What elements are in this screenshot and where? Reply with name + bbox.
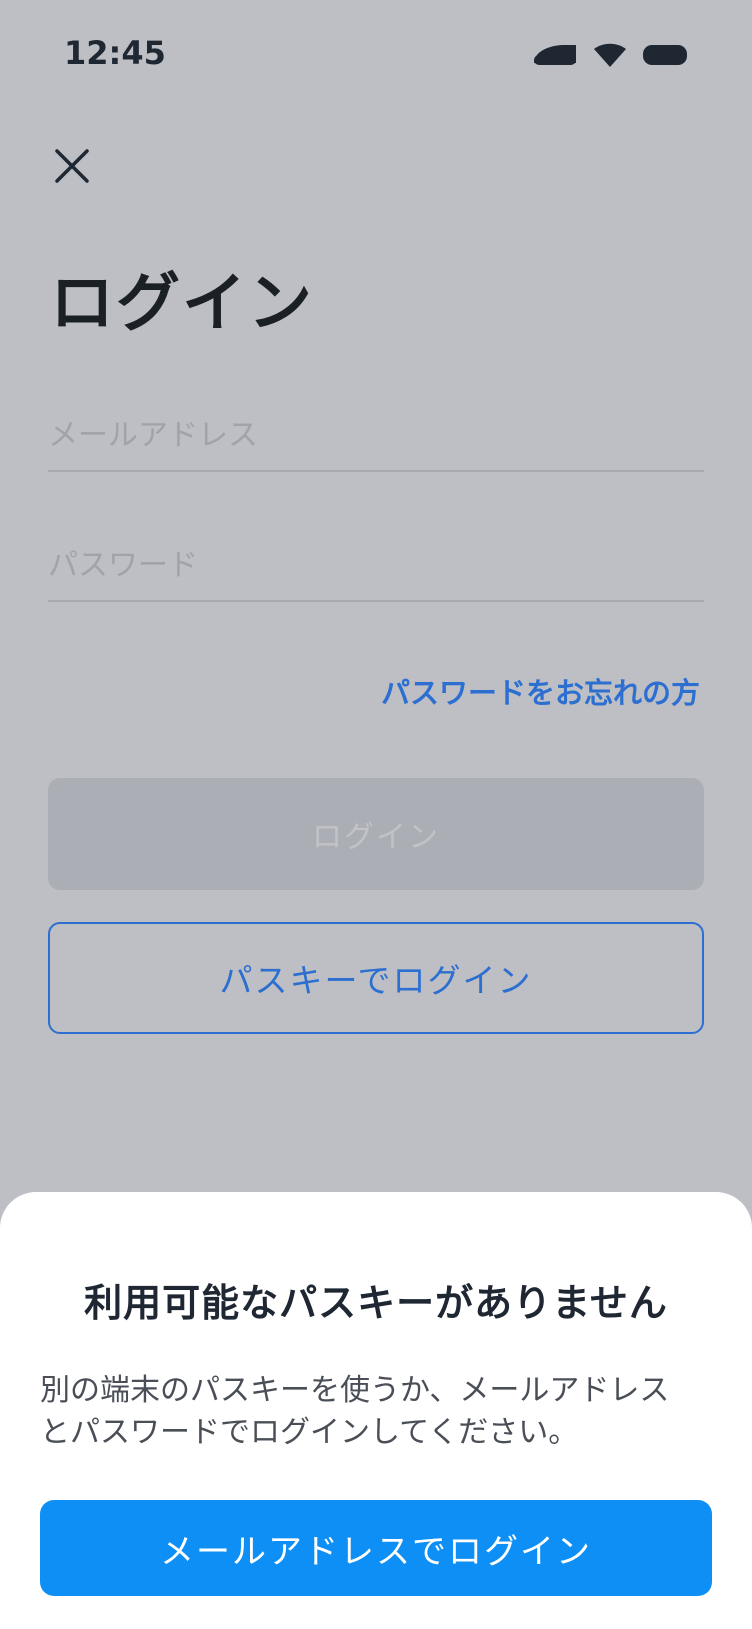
email-field[interactable] <box>48 400 704 470</box>
sheet-message-line1: 別の端末のパスキーを使うか、メールアドレス <box>40 1373 670 1408</box>
sheet-message-line2: とパスワードでログインしてください。 <box>40 1415 579 1450</box>
close-icon <box>55 149 89 183</box>
cellular-icon <box>534 45 576 65</box>
sheet-message: 別の端末のパスキーを使うか、メールアドレス とパスワードでログインしてください。 <box>40 1370 720 1454</box>
status-time: 12:45 <box>64 34 166 72</box>
password-field-container <box>48 530 704 602</box>
login-button[interactable]: ログイン <box>48 778 704 890</box>
status-icons <box>532 40 688 70</box>
password-field[interactable] <box>48 530 704 600</box>
passkey-login-button[interactable]: パスキーでログイン <box>48 922 704 1034</box>
page-title: ログイン <box>50 267 314 341</box>
email-field-container <box>48 400 704 472</box>
forgot-password-link[interactable]: パスワードをお忘れの方 <box>381 670 700 712</box>
close-button[interactable] <box>52 146 92 186</box>
battery-icon <box>643 45 687 65</box>
sheet-title: 利用可能なパスキーがありません <box>84 1281 668 1325</box>
wifi-icon <box>594 43 626 67</box>
email-login-button[interactable]: メールアドレスでログイン <box>40 1500 712 1596</box>
